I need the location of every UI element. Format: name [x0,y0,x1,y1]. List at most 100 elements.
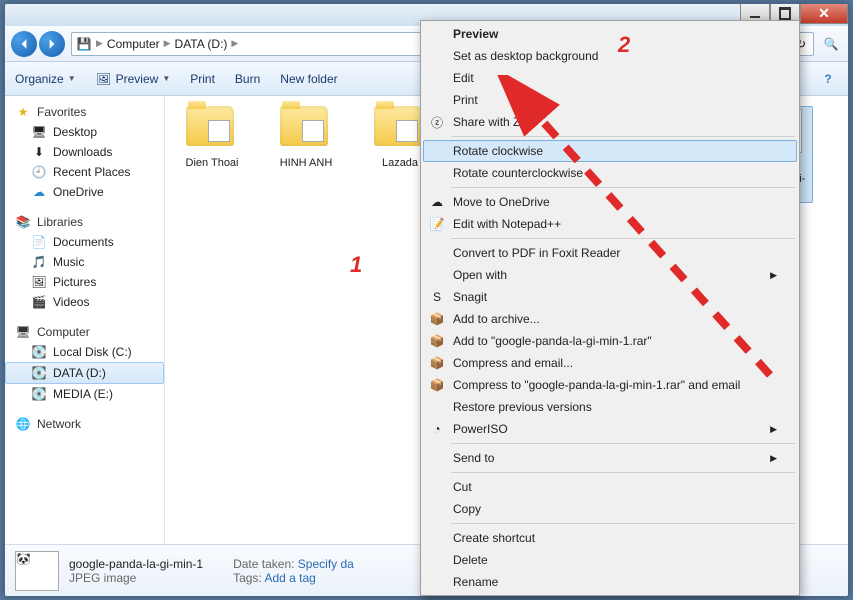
forward-button[interactable] [39,31,65,57]
download-icon: ⬇ [31,144,47,160]
back-button[interactable] [11,31,37,57]
context-menu-item[interactable]: Open with▶ [423,264,797,286]
sidebar-item-media-e[interactable]: 💽MEDIA (E:) [5,384,164,404]
crumb-computer[interactable]: Computer [107,37,160,51]
details-tags-value[interactable]: Add a tag [264,571,315,585]
sidebar-item-pictures[interactable]: 🖼Pictures [5,272,164,292]
organize-button[interactable]: Organize▼ [15,72,76,86]
context-menu-item[interactable]: Delete [423,549,797,571]
context-menu-item[interactable]: Convert to PDF in Foxit Reader [423,242,797,264]
videos-icon: 🎬 [31,294,47,310]
context-menu-label: Delete [453,553,488,567]
poweriso-icon: ◔ [429,421,445,437]
sidebar-item-desktop[interactable]: 🖥Desktop [5,122,164,142]
sidebar-item-downloads[interactable]: ⬇Downloads [5,142,164,162]
context-menu-item[interactable]: SSnagit [423,286,797,308]
details-filetype: JPEG image [69,571,203,585]
context-menu-separator [451,136,795,137]
context-menu-item[interactable]: Restore previous versions [423,396,797,418]
sidebar-libraries-header[interactable]: 📚Libraries [5,212,164,232]
newfolder-button[interactable]: New folder [280,72,337,86]
rar-icon: 📦 [429,377,445,393]
details-thumbnail: 🐼 [15,551,59,591]
sidebar-item-videos[interactable]: 🎬Videos [5,292,164,312]
context-menu-item[interactable]: 📦 Compress to "google-panda-la-gi-min-1.r… [423,374,797,396]
folder-item[interactable]: HINH ANH [269,106,343,203]
sidebar-item-recent[interactable]: 🕘Recent Places [5,162,164,182]
details-date-value[interactable]: Specify da [298,557,354,571]
sidebar-network-header[interactable]: 🌐Network [5,414,164,434]
details-filename: google-panda-la-gi-min-1 [69,557,203,571]
context-menu-item[interactable]: 📝 Edit with Notepad++ [423,213,797,235]
annotation-2: 2 [618,32,630,58]
context-menu-item[interactable]: Preview [423,23,797,45]
npp-icon: 📝 [429,216,445,232]
context-menu-item[interactable]: ☁ Move to OneDrive [423,191,797,213]
context-menu-label: Open with [453,268,507,282]
drive-icon: 💽 [31,365,47,381]
context-menu-label: Create shortcut [453,531,535,545]
annotation-1: 1 [350,252,362,278]
submenu-arrow-icon: ▶ [770,453,777,464]
context-menu-label: Rename [453,575,498,589]
nav-arrows [11,31,65,57]
chevron-down-icon: ▼ [162,74,170,83]
context-menu-label: Add to "google-panda-la-gi-min-1.rar" [453,334,652,348]
onedrive-icon: ☁ [429,194,445,210]
submenu-arrow-icon: ▶ [770,424,777,435]
star-icon: ★ [15,104,31,120]
sidebar-item-onedrive[interactable]: ☁OneDrive [5,182,164,202]
context-menu-label: Print [453,93,478,107]
context-menu-item[interactable]: Edit [423,67,797,89]
context-menu-label: Compress to "google-panda-la-gi-min-1.ra… [453,378,740,392]
context-menu-item[interactable]: ⓩ Share with Zalo [423,111,797,133]
sidebar-item-local-c[interactable]: 💽Local Disk (C:) [5,342,164,362]
context-menu-label: Share with Zalo [453,115,536,129]
context-menu-label: Rotate counterclockwise [453,166,583,180]
rar-icon: 📦 [429,311,445,327]
drive-icon: 💽 [31,386,47,402]
context-menu-item[interactable]: Create shortcut [423,527,797,549]
context-menu-label: Cut [453,480,472,494]
context-menu-item[interactable]: 📦Add to "google-panda-la-gi-min-1.rar" [423,330,797,352]
folder-item[interactable]: Dien Thoai [175,106,249,203]
help-icon[interactable]: ? [818,69,838,89]
chevron-down-icon: ▼ [68,74,76,83]
context-menu-item[interactable]: Rotate counterclockwise [423,162,797,184]
rar-icon: 📦 [429,355,445,371]
desktop-icon: 🖥 [31,124,47,140]
sidebar-computer-header[interactable]: 🖥Computer [5,322,164,342]
preview-button[interactable]: 🖼Preview▼ [96,71,171,87]
context-menu-item[interactable]: Print [423,89,797,111]
context-menu-item[interactable]: 📦 Compress and email... [423,352,797,374]
close-button[interactable]: ✕ [800,4,848,24]
context-menu-item[interactable]: Send to▶ [423,447,797,469]
context-menu-item[interactable]: Set as desktop background [423,45,797,67]
context-menu-separator [451,238,795,239]
sidebar-item-data-d[interactable]: 💽DATA (D:) [5,362,164,384]
computer-icon: 🖥 [15,324,31,340]
context-menu: PreviewSet as desktop backgroundEdit Prin… [420,20,800,596]
print-button[interactable]: Print [190,72,215,86]
context-menu-item[interactable]: ◔PowerISO▶ [423,418,797,440]
context-menu-item[interactable]: 📦Add to archive... [423,308,797,330]
context-menu-label: Restore previous versions [453,400,592,414]
context-menu-label: Snagit [453,290,487,304]
sidebar-item-music[interactable]: 🎵Music [5,252,164,272]
context-menu-label: Move to OneDrive [453,195,550,209]
crumb-drive[interactable]: DATA (D:) [175,37,228,51]
context-menu-separator [451,523,795,524]
burn-button[interactable]: Burn [235,72,260,86]
sidebar-favorites-header[interactable]: ★Favorites [5,102,164,122]
context-menu-item[interactable]: Cut [423,476,797,498]
context-menu-label: Compress and email... [453,356,573,370]
zalo-icon: ⓩ [429,114,445,130]
context-menu-item[interactable]: Rotate clockwise [423,140,797,162]
context-menu-item[interactable]: Rename [423,571,797,593]
sidebar-item-documents[interactable]: 📄Documents [5,232,164,252]
context-menu-label: Edit with Notepad++ [453,217,561,231]
context-menu-separator [451,472,795,473]
context-menu-item[interactable]: Copy [423,498,797,520]
search-button[interactable]: 🔍 [820,32,842,56]
context-menu-label: Rotate clockwise [453,144,543,158]
